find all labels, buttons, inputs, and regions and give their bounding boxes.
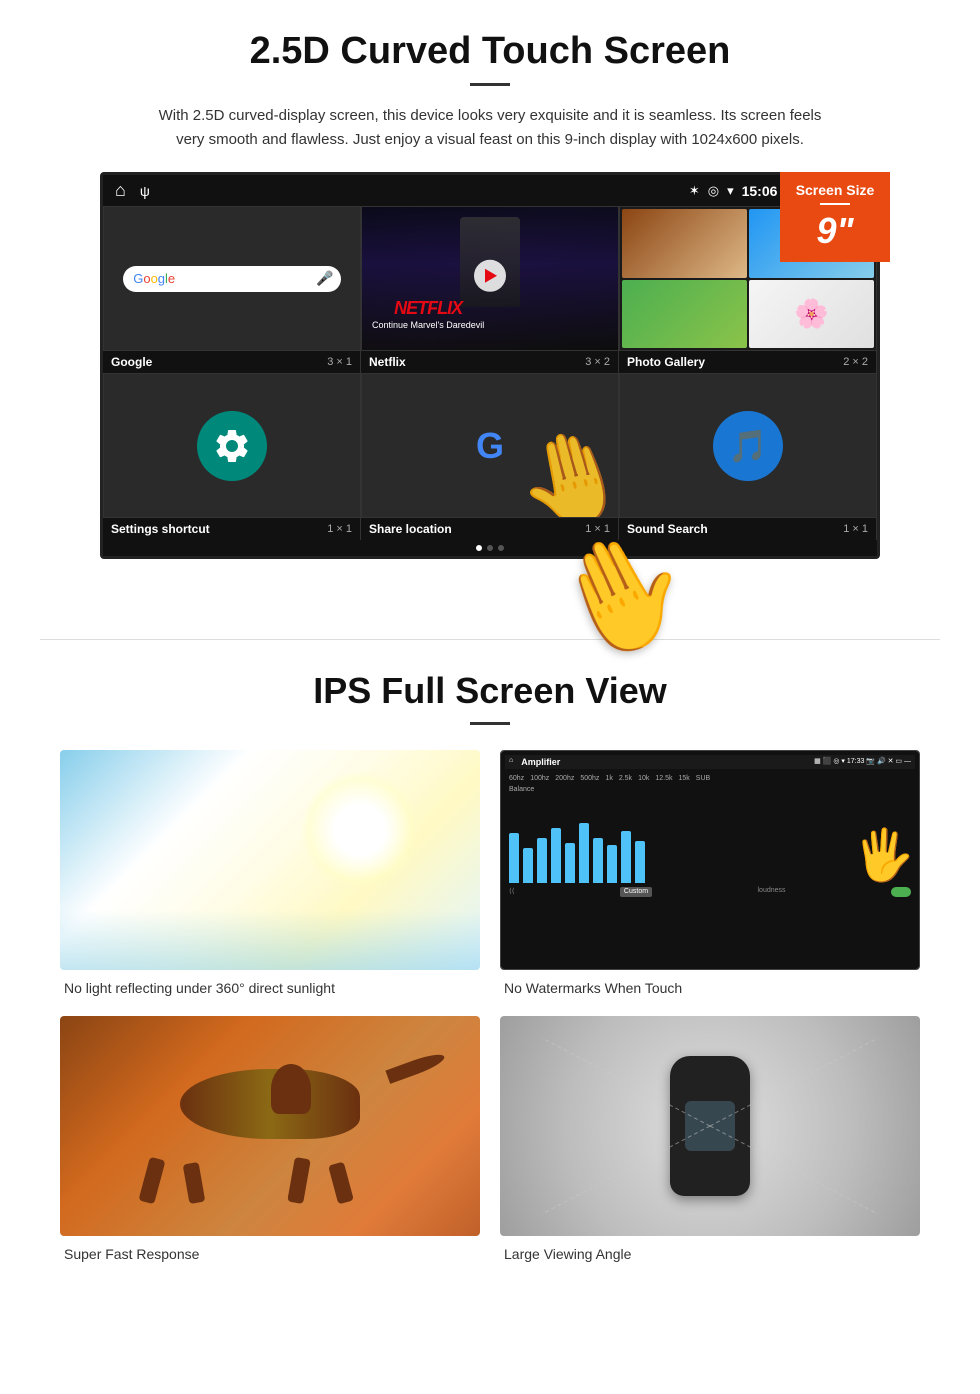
play-button[interactable] [474, 259, 506, 291]
gear-icon [212, 426, 252, 466]
location-icon: ◎ [708, 183, 719, 199]
cheetah-leg2 [183, 1162, 206, 1204]
amplifier-image: ⌂ Amplifier ▦ ⬛ ◎ ▾ 17:33 📷 🔊 ✕ ▭ — 60hz… [500, 750, 920, 970]
gallery-thumb-3 [622, 280, 747, 349]
section1-title: 2.5D Curved Touch Screen [60, 30, 920, 73]
settings-app-size: 1 × 1 [327, 523, 352, 535]
bluetooth-icon: ✶ [689, 183, 700, 199]
netflix-label-cell: Netflix 3 × 2 [361, 351, 619, 373]
title-underline [470, 83, 510, 86]
wifi-icon: ▾ [727, 183, 734, 199]
car-image [500, 1016, 920, 1236]
badge-divider [820, 203, 850, 205]
google-app-size: 3 × 1 [327, 356, 352, 368]
sunlight-image [60, 750, 480, 970]
share-location-cell[interactable]: G 🤚 [361, 373, 619, 518]
sunburst-effect [300, 770, 420, 890]
hand-pointer-wrapper: 🤚 [552, 530, 689, 659]
status-time: 15:06 [742, 183, 778, 199]
settings-icon-circle [197, 411, 267, 481]
music-note-icon: 🎵 [728, 427, 768, 465]
gallery-app-size: 2 × 2 [843, 356, 868, 368]
gallery-label-cell: Photo Gallery 2 × 2 [619, 351, 877, 373]
maps-g-icon: G [476, 425, 504, 467]
settings-app-name: Settings shortcut [111, 522, 210, 536]
sound-search-cell[interactable]: 🎵 [619, 373, 877, 518]
page-dot-2 [487, 545, 493, 551]
netflix-app-cell[interactable]: NETFLIX Continue Marvel's Daredevil [361, 206, 619, 351]
status-bar: ⌂ ψ ✶ ◎ ▾ 15:06 ⬛ 🔊 ✕ ▭ [103, 175, 877, 206]
netflix-subtitle: Continue Marvel's Daredevil [372, 320, 484, 330]
netflix-app-size: 3 × 2 [585, 356, 610, 368]
ips-screen-section: IPS Full Screen View No light reflecting… [0, 640, 980, 1282]
cheetah-leg3 [287, 1157, 311, 1204]
feature-sunlight: No light reflecting under 360° direct su… [60, 750, 480, 996]
google-app-cell[interactable]: Google 🎤 [103, 206, 361, 351]
sound-app-size: 1 × 1 [843, 523, 868, 535]
section2-title: IPS Full Screen View [40, 670, 940, 712]
gallery-app-name: Photo Gallery [627, 355, 705, 369]
features-grid: No light reflecting under 360° direct su… [40, 750, 940, 1262]
amp-screen: ⌂ Amplifier ▦ ⬛ ◎ ▾ 17:33 📷 🔊 ✕ ▭ — 60hz… [501, 751, 919, 969]
cheetah-head [271, 1064, 311, 1114]
car-caption: Large Viewing Angle [500, 1246, 920, 1262]
google-mic-icon[interactable]: 🎤 [319, 270, 331, 288]
settings-label-cell: Settings shortcut 1 × 1 [103, 518, 361, 540]
page-dot-1 [476, 545, 482, 551]
google-label-cell: Google 3 × 1 [103, 351, 361, 373]
google-app-name: Google [111, 355, 152, 369]
google-logo: Google [133, 271, 175, 286]
screen-size-badge: Screen Size 9" [780, 172, 890, 262]
cheetah-image [60, 1016, 480, 1236]
sound-icon-circle: 🎵 [713, 411, 783, 481]
page-dots [103, 540, 877, 556]
amp-hand-icon: 🖐 [853, 826, 915, 885]
netflix-logo-overlay: NETFLIX Continue Marvel's Daredevil [372, 298, 484, 330]
pointing-hand-icon: 🤚 [504, 414, 619, 518]
app-label-row1: Google 3 × 1 Netflix 3 × 2 Photo Gallery… [103, 351, 877, 373]
netflix-logo-text: NETFLIX [372, 298, 484, 319]
cheetah-caption: Super Fast Response [60, 1246, 480, 1262]
gallery-thumb-1 [622, 209, 747, 278]
feature-cheetah: Super Fast Response [60, 1016, 480, 1262]
flower-icon: 🌸 [794, 297, 829, 330]
cheetah-body [180, 1069, 360, 1139]
viewing-angle-lines [500, 1016, 920, 1236]
settings-app-cell[interactable] [103, 373, 361, 518]
sunlight-caption: No light reflecting under 360° direct su… [60, 980, 480, 996]
cheetah-tail [386, 1050, 447, 1084]
device-screen: ⌂ ψ ✶ ◎ ▾ 15:06 ⬛ 🔊 ✕ ▭ [100, 172, 880, 559]
play-triangle [485, 268, 497, 282]
curved-screen-section: 2.5D Curved Touch Screen With 2.5D curve… [0, 0, 980, 579]
app-grid-row1: Google 🎤 NETFLIX Cont [103, 206, 877, 351]
page-dot-3 [498, 545, 504, 551]
section1-description: With 2.5D curved-display screen, this de… [150, 104, 830, 152]
google-search-bar[interactable]: Google 🎤 [123, 266, 341, 292]
share-app-name: Share location [369, 522, 452, 536]
amplifier-caption: No Watermarks When Touch [500, 980, 920, 996]
device-wrapper: Screen Size 9" ⌂ ψ ✶ ◎ ▾ 15:06 ⬛ 🔊 ✕ ▭ [100, 172, 880, 559]
cheetah-leg1 [138, 1157, 165, 1205]
gallery-thumb-4: 🌸 [749, 280, 874, 349]
badge-title: Screen Size [794, 182, 876, 198]
app-grid-row2: G 🤚 🎵 [103, 373, 877, 518]
section2-underline [470, 722, 510, 725]
usb-icon: ψ [140, 183, 150, 199]
home-icon: ⌂ [115, 180, 126, 201]
feature-amplifier: ⌂ Amplifier ▦ ⬛ ◎ ▾ 17:33 📷 🔊 ✕ ▭ — 60hz… [500, 750, 920, 996]
amp-status-bar: ⌂ Amplifier ▦ ⬛ ◎ ▾ 17:33 📷 🔊 ✕ ▭ — [505, 755, 915, 769]
netflix-app-name: Netflix [369, 355, 406, 369]
cheetah-leg4 [328, 1162, 354, 1205]
app-label-row2: Settings shortcut 1 × 1 Share location 1… [103, 518, 877, 540]
hand-tap-icon: 🤚 [532, 507, 711, 682]
feature-car: Large Viewing Angle [500, 1016, 920, 1262]
badge-size: 9" [794, 210, 876, 252]
